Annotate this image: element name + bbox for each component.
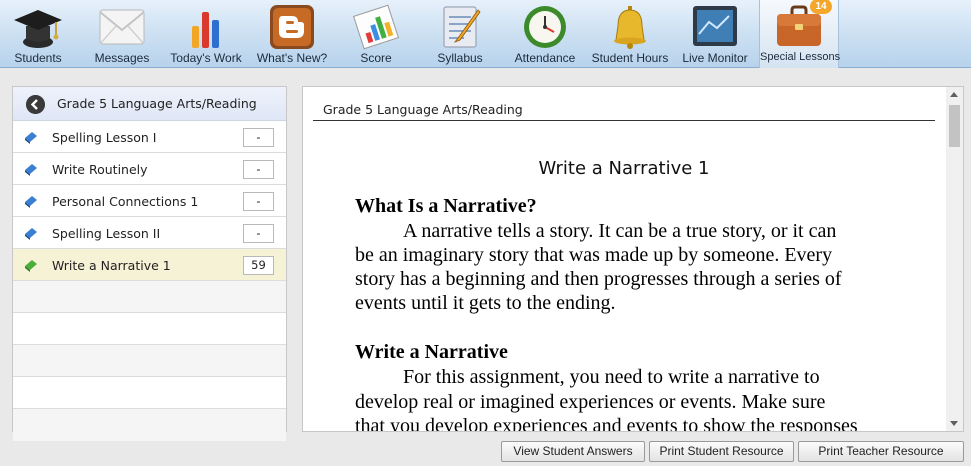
score-chart-icon (352, 4, 400, 50)
toolbar-label: Student Hours (591, 51, 669, 65)
book-icon (25, 228, 37, 240)
toolbar-todays-work[interactable]: Today's Work (166, 0, 246, 68)
toolbar-whats-new[interactable]: What's New? (252, 0, 332, 68)
toolbar-label: Messages (94, 51, 150, 65)
envelope-icon (99, 9, 145, 45)
toolbar-student-hours[interactable]: Student Hours (590, 0, 670, 68)
toolbar-label: Score (360, 51, 392, 65)
paragraph-line: develop real or imagined experiences or … (355, 391, 826, 413)
special-lessons-count-badge: 14 (810, 0, 832, 14)
vertical-scrollbar[interactable] (946, 87, 963, 431)
toolbar-label: Special Lessons (760, 51, 841, 63)
toolbar-special-lessons[interactable]: 14 Special Lessons (759, 0, 841, 68)
paragraph-line: A narrative tells a story. It can be a t… (403, 220, 837, 242)
toolbar-messages[interactable]: Messages (82, 0, 162, 68)
lesson-name: Personal Connections 1 (52, 194, 199, 209)
lesson-name: Write a Narrative 1 (52, 258, 171, 273)
notepad-icon (443, 6, 481, 48)
lesson-list-panel: Grade 5 Language Arts/Reading Spelling L… (12, 86, 287, 441)
back-arrow-icon[interactable] (26, 95, 45, 114)
lesson-name: Spelling Lesson I (52, 130, 157, 145)
course-header: Grade 5 Language Arts/Reading (13, 87, 286, 121)
toolbar-syllabus[interactable]: Syllabus (420, 0, 500, 68)
document-title: Write a Narrative 1 (538, 158, 710, 179)
blogger-icon (270, 5, 314, 49)
lesson-score: - (243, 192, 274, 211)
lesson-name: Spelling Lesson II (52, 226, 161, 241)
book-icon (25, 196, 37, 208)
book-icon (25, 132, 37, 144)
lesson-name: Write Routinely (52, 162, 148, 177)
course-title: Grade 5 Language Arts/Reading (57, 96, 257, 111)
lesson-score: 59 (243, 256, 274, 275)
book-icon (25, 260, 37, 272)
empty-row (13, 281, 286, 313)
lesson-item[interactable]: Personal Connections 1 - (13, 185, 286, 217)
lesson-score: - (243, 224, 274, 243)
clock-icon (524, 6, 566, 48)
toolbar-label: Students (14, 51, 62, 65)
document-viewer: Grade 5 Language Arts/Reading Write a Na… (302, 86, 964, 432)
lesson-score: - (243, 128, 274, 147)
empty-row (13, 313, 286, 345)
toolbar-label: What's New? (256, 51, 328, 65)
main-toolbar: Students Messages Today's Work What's Ne… (0, 0, 971, 68)
toolbar-label: Syllabus (437, 51, 483, 65)
print-teacher-resource-button[interactable]: Print Teacher Resource (798, 441, 964, 462)
graduation-cap-icon (14, 10, 62, 48)
scrollbar-thumb[interactable] (949, 105, 960, 147)
scroll-up-arrow-icon[interactable] (950, 92, 958, 97)
monitor-icon (693, 6, 737, 46)
paragraph-line: be an imaginary story that was made up b… (355, 244, 833, 266)
lesson-item[interactable]: Spelling Lesson I - (13, 121, 286, 153)
toolbar-label: Today's Work (170, 51, 242, 65)
print-student-resource-button[interactable]: Print Student Resource (649, 441, 794, 462)
lesson-item[interactable]: Spelling Lesson II - (13, 217, 286, 249)
bar-chart-icon (192, 12, 219, 48)
section-heading: Write a Narrative (355, 341, 508, 363)
toolbar-attendance[interactable]: Attendance (505, 0, 585, 68)
empty-row (13, 409, 286, 441)
scroll-down-arrow-icon[interactable] (950, 421, 958, 426)
bell-icon (614, 6, 646, 49)
toolbar-live-monitor[interactable]: Live Monitor (675, 0, 755, 68)
paragraph-line: story has a beginning and then progresse… (355, 268, 842, 290)
lesson-item-selected[interactable]: Write a Narrative 1 59 (13, 249, 286, 281)
toolbar-label: Attendance (514, 51, 576, 65)
lesson-item[interactable]: Write Routinely - (13, 153, 286, 185)
toolbar-students[interactable]: Students (0, 0, 78, 68)
view-student-answers-button[interactable]: View Student Answers (501, 441, 645, 462)
section-heading: What Is a Narrative? (355, 195, 537, 217)
paragraph-line: For this assignment, you need to write a… (403, 366, 820, 388)
paragraph-line: that you develop experiences and events … (355, 415, 858, 432)
lesson-score: - (243, 160, 274, 179)
document-header-text: Grade 5 Language Arts/Reading (323, 102, 523, 117)
empty-row (13, 377, 286, 409)
toolbar-label: Live Monitor (682, 51, 748, 65)
paragraph-line: events until it gets to the ending. (355, 292, 616, 314)
book-icon (25, 164, 37, 176)
empty-row (13, 345, 286, 377)
document-header: Grade 5 Language Arts/Reading (313, 101, 935, 121)
toolbar-score[interactable]: Score (336, 0, 416, 68)
